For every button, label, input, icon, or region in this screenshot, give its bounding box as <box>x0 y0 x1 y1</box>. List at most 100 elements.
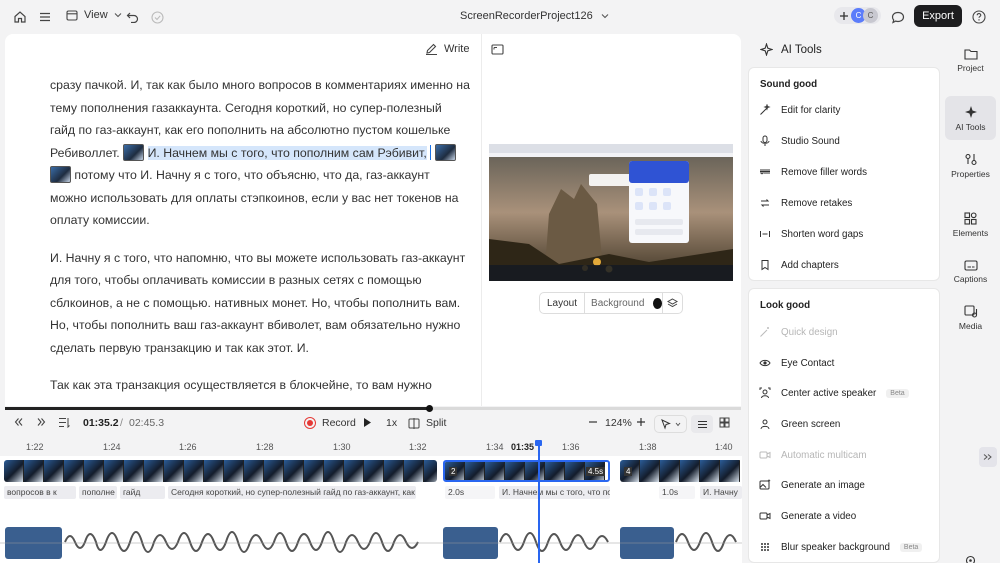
gap-segment[interactable]: 2.0s <box>445 486 495 499</box>
ai-tools-header: AI Tools <box>760 43 822 56</box>
split-button[interactable]: Split <box>408 417 446 429</box>
timeline-ruler[interactable]: 1:22 1:24 1:26 1:28 1:30 1:32 1:34 01:35… <box>0 442 742 456</box>
highlighted-text-segment[interactable]: И. Начнем мы с того, что пополним сам Рэ… <box>147 145 427 160</box>
collapse-panel-icon[interactable] <box>979 447 997 467</box>
caption-segment[interactable]: И. Начнем мы с того, что пополним са <box>499 486 610 499</box>
studio-sound-button[interactable]: Studio Sound <box>759 135 840 147</box>
ruler-tick: 1:26 <box>179 442 197 452</box>
skip-back-icon[interactable] <box>13 417 24 427</box>
transcript-paragraph[interactable]: И. Начну я с того, что напомню, что вы м… <box>50 247 470 360</box>
gap-segment[interactable]: 1.0s <box>659 486 695 499</box>
script-editor: Write сразу пачкой. И, так как было мног… <box>5 34 741 406</box>
sidebar-item-properties[interactable]: Properties <box>945 144 996 188</box>
video-clip[interactable] <box>4 460 437 482</box>
list-view-icon[interactable] <box>691 415 713 433</box>
caption-segment[interactable]: И. Начну <box>700 486 742 499</box>
playback-progress-handle[interactable] <box>426 405 433 412</box>
multicam-icon <box>759 449 771 461</box>
zoom-in-icon[interactable] <box>636 417 646 427</box>
beta-badge: Beta <box>899 542 923 552</box>
check-circle-icon <box>148 8 166 26</box>
transcript-paragraph[interactable]: Так как эта транзакция осуществляется в … <box>50 374 470 397</box>
playback-speed[interactable]: 1x <box>386 417 397 429</box>
audio-waveform[interactable] <box>0 520 742 563</box>
aspect-ratio-icon[interactable] <box>491 44 504 55</box>
view-menu-button[interactable]: View <box>66 9 122 21</box>
blur-speaker-background-button[interactable]: Blur speaker background Beta <box>759 541 923 553</box>
undo-icon[interactable] <box>123 8 141 26</box>
caption-segment[interactable]: вопросов в к <box>4 486 76 499</box>
scene-thumbnail[interactable] <box>434 143 456 161</box>
layers-icon[interactable] <box>662 293 682 313</box>
clip-duration: 4.5s <box>586 467 606 476</box>
menu-icon[interactable] <box>36 8 54 26</box>
ruler-tick: 1:34 <box>486 442 504 452</box>
generate-video-button[interactable]: Generate a video <box>759 510 856 522</box>
project-name-dropdown[interactable]: ScreenRecorderProject126 <box>460 10 609 22</box>
remove-filler-words-button[interactable]: Remove filler words <box>759 166 867 178</box>
video-preview[interactable] <box>489 144 733 281</box>
caption-segment[interactable]: гайд <box>120 486 165 499</box>
pointer-tool-dropdown[interactable] <box>654 415 687 433</box>
scene-thumbnail[interactable] <box>123 143 145 161</box>
sound-good-section: Sound good Edit for clarity Studio Sound… <box>748 67 940 281</box>
edit-for-clarity-button[interactable]: Edit for clarity <box>759 104 840 116</box>
text-cursor <box>430 144 432 160</box>
transcript-text[interactable]: сразу пачкой. И, так как было много вопр… <box>50 74 470 406</box>
ruler-tick: 1:32 <box>409 442 427 452</box>
timeline[interactable]: 2 4.5s 4 вопросов в к пополне гайд Сегод… <box>0 456 742 563</box>
split-icon <box>408 417 420 429</box>
gear-icon[interactable] <box>964 554 977 563</box>
transcript-paragraph[interactable]: сразу пачкой. И, так как было много вопр… <box>50 74 470 232</box>
play-icon[interactable] <box>363 417 372 428</box>
ruler-tick: 1:30 <box>333 442 351 452</box>
write-button[interactable]: Write <box>425 43 469 55</box>
sidebar-item-media[interactable]: Media <box>945 296 996 340</box>
export-button[interactable]: Export <box>914 5 962 27</box>
sidebar-item-captions[interactable]: Captions <box>945 250 996 294</box>
playback-controls: 01:35.2 / 02:45.3 Record 1x Split 124% <box>0 414 742 436</box>
selected-video-clip[interactable] <box>443 460 610 482</box>
add-chapters-button[interactable]: Add chapters <box>759 259 839 271</box>
skip-forward-icon[interactable] <box>36 417 47 427</box>
sparkle-icon <box>964 105 978 119</box>
timeline-playhead[interactable] <box>538 440 540 563</box>
sidebar-item-elements[interactable]: Elements <box>945 203 996 247</box>
cursor-icon <box>660 418 671 430</box>
remove-retakes-button[interactable]: Remove retakes <box>759 197 852 209</box>
scene-thumbnail[interactable] <box>50 166 71 183</box>
green-screen-button[interactable]: Green screen <box>759 418 840 430</box>
playback-progress[interactable] <box>5 405 741 412</box>
help-icon[interactable] <box>970 8 988 26</box>
view-icon <box>66 9 78 21</box>
zoom-level[interactable]: 124% <box>605 417 632 429</box>
background-color-swatch[interactable] <box>653 297 663 309</box>
quick-design-button[interactable]: Quick design <box>759 326 838 338</box>
top-bar: View ScreenRecorderProject126 C C Export <box>0 0 1000 33</box>
look-good-section: Look good Quick design Eye Contact Cente… <box>748 288 940 563</box>
eye-contact-button[interactable]: Eye Contact <box>759 357 834 369</box>
video-clip[interactable] <box>620 460 742 482</box>
home-icon[interactable] <box>11 8 29 26</box>
layout-button[interactable]: Layout <box>540 293 586 313</box>
ruler-tick: 1:22 <box>26 442 44 452</box>
caption-track: вопросов в к пополне гайд Сегодня коротк… <box>0 486 742 500</box>
caption-segment[interactable]: Сегодня короткий, но супер-полезный гайд… <box>168 486 416 499</box>
zoom-out-icon[interactable] <box>588 417 598 427</box>
shorten-word-gaps-button[interactable]: Shorten word gaps <box>759 228 863 240</box>
automatic-multicam-button[interactable]: Automatic multicam <box>759 449 866 461</box>
comment-icon[interactable] <box>889 8 907 26</box>
collaborators[interactable]: C C <box>834 7 881 24</box>
record-button[interactable]: Record <box>304 417 356 429</box>
folder-icon <box>963 48 978 60</box>
generate-image-button[interactable]: Generate an image <box>759 479 865 491</box>
center-active-speaker-button[interactable]: Center active speaker Beta <box>759 387 909 399</box>
chapters-icon[interactable] <box>58 417 71 428</box>
split-label: Split <box>426 417 447 429</box>
background-label[interactable]: Background <box>585 298 650 309</box>
add-collaborator-icon[interactable] <box>837 8 851 23</box>
grid-view-icon[interactable] <box>719 417 730 428</box>
sidebar-item-project[interactable]: Project <box>945 38 996 82</box>
sidebar-item-ai-tools[interactable]: AI Tools <box>945 96 996 140</box>
caption-segment[interactable]: пополне <box>79 486 117 499</box>
